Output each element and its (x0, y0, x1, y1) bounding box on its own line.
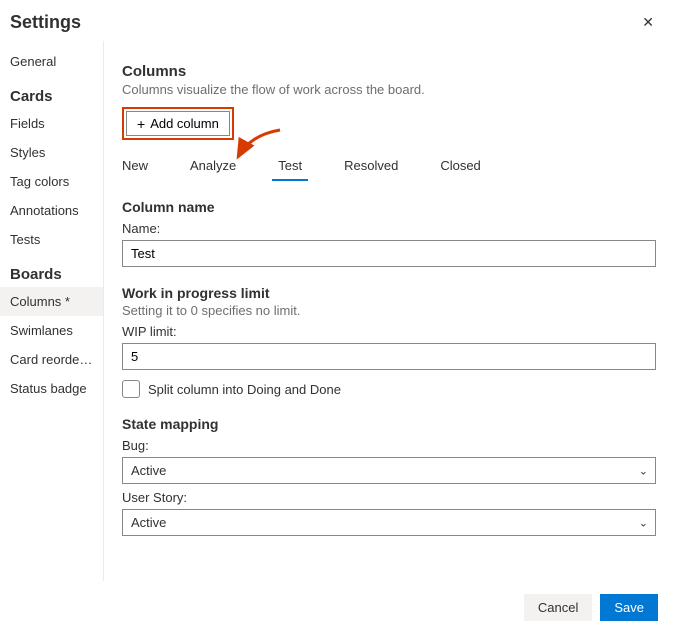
wip-subtitle: Setting it to 0 specifies no limit. (122, 303, 656, 318)
user-story-label: User Story: (122, 490, 656, 505)
columns-heading: Columns (122, 63, 656, 80)
sidebar-heading-boards: Boards (0, 254, 103, 287)
sidebar: General Cards Fields Styles Tag colors A… (0, 41, 104, 581)
tab-analyze[interactable]: Analyze (184, 154, 242, 181)
state-mapping-heading: State mapping (122, 416, 656, 432)
tab-test[interactable]: Test (272, 154, 308, 181)
sidebar-item-swimlanes[interactable]: Swimlanes (0, 316, 103, 345)
sidebar-item-tag-colors[interactable]: Tag colors (0, 167, 103, 196)
name-label: Name: (122, 221, 656, 236)
split-column-checkbox[interactable] (122, 380, 140, 398)
add-column-label: Add column (150, 116, 219, 131)
tab-closed[interactable]: Closed (434, 154, 486, 181)
wip-input[interactable] (122, 343, 656, 370)
user-story-select[interactable]: Active (122, 509, 656, 536)
tab-resolved[interactable]: Resolved (338, 154, 404, 181)
close-icon[interactable]: ✕ (638, 10, 658, 35)
sidebar-item-card-reordering[interactable]: Card reorderi… (0, 345, 103, 374)
sidebar-item-tests[interactable]: Tests (0, 225, 103, 254)
sidebar-item-general[interactable]: General (0, 47, 103, 76)
save-button[interactable]: Save (600, 594, 658, 621)
tab-new[interactable]: New (116, 154, 154, 181)
sidebar-heading-cards: Cards (0, 76, 103, 109)
add-column-button[interactable]: + Add column (126, 111, 230, 136)
cancel-button[interactable]: Cancel (524, 594, 592, 621)
wip-heading: Work in progress limit (122, 285, 656, 301)
bug-label: Bug: (122, 438, 656, 453)
name-input[interactable] (122, 240, 656, 267)
settings-title: Settings (10, 12, 81, 33)
add-column-highlight: + Add column (122, 107, 234, 140)
sidebar-item-annotations[interactable]: Annotations (0, 196, 103, 225)
column-tabs: New Analyze Test Resolved Closed (116, 154, 656, 181)
wip-label: WIP limit: (122, 324, 656, 339)
sidebar-item-fields[interactable]: Fields (0, 109, 103, 138)
bug-select[interactable]: Active (122, 457, 656, 484)
sidebar-item-styles[interactable]: Styles (0, 138, 103, 167)
sidebar-item-status-badge[interactable]: Status badge (0, 374, 103, 403)
columns-subtitle: Columns visualize the flow of work acros… (122, 82, 656, 97)
column-name-heading: Column name (122, 199, 656, 215)
split-column-label: Split column into Doing and Done (148, 382, 341, 397)
sidebar-item-columns[interactable]: Columns * (0, 287, 103, 316)
main-panel: Columns Columns visualize the flow of wo… (104, 41, 674, 581)
plus-icon: + (137, 117, 145, 131)
